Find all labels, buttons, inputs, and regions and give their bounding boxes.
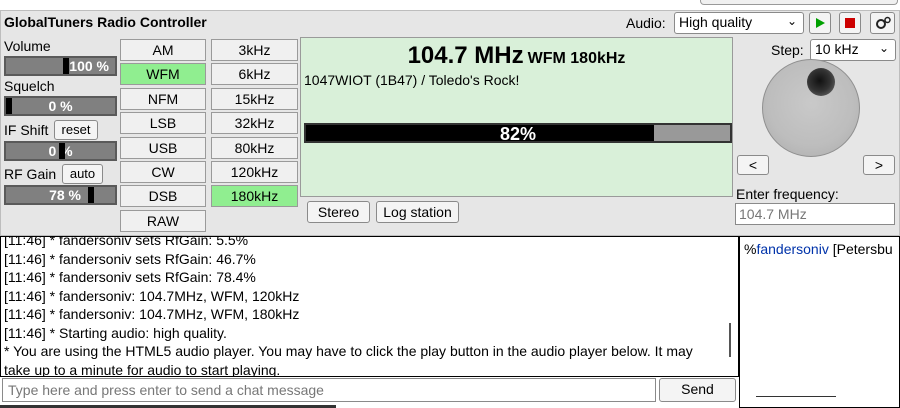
if-shift-slider[interactable]: 0 % [4,141,117,161]
dial-indicator [807,68,835,96]
tune-down-button[interactable]: < [737,155,769,175]
chat-line: [11:46] * Starting audio: high quality. [4,324,227,341]
settings-button[interactable] [870,12,895,34]
chat-line: [11:46] * fandersoniv sets RfGain: 5.5% [4,236,249,248]
mode-button-nfm[interactable]: NFM [120,87,206,110]
squelch-handle[interactable] [6,98,12,114]
frequency-display: 104.7 MHz WFM 180kHz 1047WIOT (1B47) / To… [300,37,733,197]
bandwidth-button-120khz[interactable]: 120kHz [211,161,298,183]
app-title: GlobalTuners Radio Controller [4,14,207,30]
user-list: %fandersoniv [Petersbu [739,236,900,408]
enter-frequency-label: Enter frequency: [736,186,839,202]
mode-button-raw[interactable]: RAW [120,209,206,232]
chat-line: * You are using the HTML5 audio player. … [4,343,693,377]
chat-line: [11:46] * fandersoniv sets RfGain: 46.7% [4,250,256,267]
squelch-slider[interactable]: 0 % [4,96,117,116]
stereo-button[interactable]: Stereo [307,201,370,223]
tuning-dial[interactable] [762,59,860,157]
chat-log[interactable]: [11:46] * fandersoniv sets RfGain: 5.5% [… [0,236,739,377]
squelch-label: Squelch [4,78,55,94]
if-shift-label: IF Shift [4,122,49,138]
user-prefix: % [744,241,757,257]
play-icon [816,18,825,28]
rf-gain-handle[interactable] [88,187,94,203]
rf-gain-auto-button[interactable]: auto [62,164,103,184]
send-button[interactable]: Send [659,378,736,402]
chevron-down-icon: ⌄ [878,41,889,55]
volume-value: 100 % [69,58,109,74]
audio-quality-select[interactable]: High quality ⌄ [674,12,804,34]
user-location: [Petersbu [832,241,893,257]
bandwidth-button-3khz[interactable]: 3kHz [211,39,298,61]
bandwidth-button-80khz[interactable]: 80kHz [211,136,298,159]
user-list-divider [756,396,836,397]
station-name: 1047WIOT (1B47) / Toledo's Rock! [304,72,520,88]
step-value: 10 kHz [815,41,859,57]
step-select[interactable]: 10 kHz ⌄ [810,39,896,61]
volume-slider[interactable]: 100 % [4,56,117,76]
signal-meter: 82% [304,123,732,144]
chat-scrollbar[interactable] [729,323,731,357]
bandwidth-button-180khz[interactable]: 180kHz [211,185,298,208]
tune-up-button[interactable]: > [863,155,895,175]
top-edge [0,0,900,10]
stop-icon [845,18,855,28]
mode-button-cw[interactable]: CW [120,161,206,183]
if-shift-reset-button[interactable]: reset [54,120,98,140]
signal-text: 82% [499,124,537,144]
rf-gain-slider[interactable]: 78 % [4,185,117,205]
bandwidth-button-15khz[interactable]: 15kHz [211,87,298,110]
play-button[interactable] [809,12,831,34]
mode-button-wfm[interactable]: WFM [120,63,206,86]
chat-line: [11:46] * fandersoniv: 104.7MHz, WFM, 18… [4,306,300,322]
volume-label: Volume [4,38,51,54]
gears-icon [875,16,891,29]
user-entry[interactable]: %fandersoniv [Petersbu [744,241,893,257]
if-shift-handle[interactable] [59,143,65,159]
rf-gain-value: 78 % [49,187,81,203]
step-label: Step: [771,42,804,58]
mode-button-dsb[interactable]: DSB [120,185,206,208]
user-nick: fandersoniv [756,241,829,257]
mode-button-usb[interactable]: USB [120,136,206,159]
volume-handle[interactable] [63,58,69,74]
frequency-input[interactable]: 104.7 MHz [735,203,895,225]
log-station-button[interactable]: Log station [376,201,459,223]
audio-label: Audio: [626,15,666,31]
squelch-value: 0 % [48,98,73,114]
chat-line: [11:46] * fandersoniv sets RfGain: 78.4% [4,269,256,285]
rf-gain-label: RF Gain [4,166,57,182]
chat-input[interactable]: Type here and press enter to send a chat… [2,378,656,402]
bandwidth-button-6khz[interactable]: 6kHz [211,63,298,86]
mode-bandwidth: WFM 180kHz [527,50,626,67]
frequency-readout: 104.7 MHz WFM 180kHz [301,42,732,70]
frequency-value: 104.7 MHz [407,42,524,69]
mode-button-am[interactable]: AM [120,39,206,61]
chat-lines: [11:46] * fandersoniv sets RfGain: 5.5% [… [4,236,719,377]
bandwidth-button-32khz[interactable]: 32kHz [211,112,298,135]
mode-button-lsb[interactable]: LSB [120,112,206,135]
stop-button[interactable] [839,12,861,34]
chevron-down-icon: ⌄ [786,14,797,28]
chat-line: [11:46] * fandersoniv: 104.7MHz, WFM, 12… [4,287,300,304]
audio-quality-value: High quality [679,14,753,30]
